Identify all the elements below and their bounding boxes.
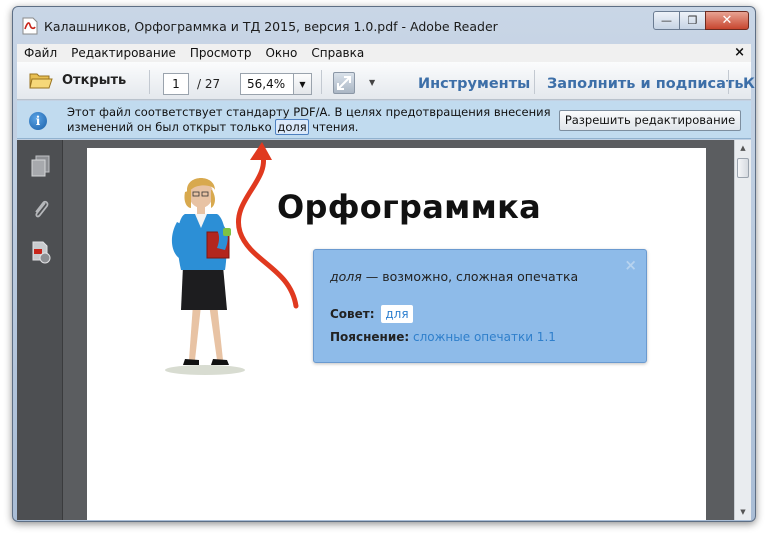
- scroll-down-icon[interactable]: ▼: [735, 504, 751, 520]
- highlighted-typo[interactable]: доля: [275, 119, 309, 135]
- tooltip-close-icon[interactable]: ×: [624, 256, 637, 274]
- toolbar-divider: [534, 70, 535, 94]
- folder-icon: [29, 73, 53, 89]
- toolbar: Открыть 1 / 27 56,4% ▼ ▼ Инструменты Зап…: [17, 62, 755, 100]
- app-window: Калашников, Орфограммка и ТД 2015, верси…: [12, 6, 756, 522]
- zoom-select[interactable]: 56,4% ▼: [240, 73, 312, 95]
- page-thumbnails-icon[interactable]: [30, 154, 52, 178]
- info-icon: i: [29, 112, 47, 130]
- pdfa-info-bar: i Этот файл соответствует стандарту PDF/…: [17, 101, 751, 139]
- pdf-file-icon: [22, 17, 38, 35]
- tooltip-explanation: Пояснение: сложные опечатки 1.1: [330, 330, 556, 344]
- maximize-button[interactable]: ❐: [679, 11, 706, 30]
- document-workspace: Орфограммка × доля — возможно, сложная о…: [17, 140, 751, 520]
- menu-bar: Файл Редактирование Просмотр Окно Справк…: [17, 44, 751, 62]
- explanation-label: Пояснение:: [330, 330, 410, 344]
- comment-link[interactable]: Ко: [743, 76, 755, 92]
- chevron-down-icon[interactable]: ▼: [293, 74, 311, 94]
- info-line2-end: чтения.: [312, 120, 359, 134]
- toolbar-divider: [149, 70, 150, 94]
- close-window-button[interactable]: ✕: [705, 11, 749, 30]
- title-bar[interactable]: Калашников, Орфограммка и ТД 2015, верси…: [13, 7, 755, 41]
- signatures-icon[interactable]: [30, 240, 52, 264]
- window-title: Калашников, Орфограммка и ТД 2015, верси…: [44, 19, 498, 34]
- teacher-figure-icon: [165, 178, 245, 375]
- open-button-label: Открыть: [62, 72, 127, 88]
- menu-help[interactable]: Справка: [304, 46, 371, 60]
- typo-tooltip: × доля — возможно, сложная опечатка Сове…: [313, 249, 647, 363]
- fit-page-button[interactable]: [333, 72, 355, 94]
- tooltip-message: доля — возможно, сложная опечатка: [330, 269, 578, 284]
- menu-edit[interactable]: Редактирование: [64, 46, 183, 60]
- pdf-page: Орфограммка × доля — возможно, сложная о…: [87, 148, 706, 520]
- document-heading: Орфограммка: [277, 188, 541, 226]
- tools-link[interactable]: Инструменты: [418, 76, 530, 92]
- explanation-link[interactable]: сложные опечатки 1.1: [413, 330, 556, 344]
- open-button[interactable]: Открыть: [29, 70, 126, 90]
- info-line2-start: изменений он был открыт только: [67, 120, 272, 134]
- page-total: / 27: [197, 77, 221, 91]
- suggestion-chip[interactable]: для: [381, 305, 413, 323]
- teacher-illustration: [155, 174, 265, 379]
- info-message-line2: изменений он был открыт только доля чтен…: [67, 119, 551, 135]
- scroll-up-icon[interactable]: ▲: [735, 140, 751, 156]
- toolbar-divider: [321, 70, 322, 94]
- close-document-icon[interactable]: ×: [734, 45, 745, 60]
- menu-window[interactable]: Окно: [258, 46, 304, 60]
- zoom-value: 56,4%: [247, 77, 286, 91]
- scrollbar-thumb[interactable]: [737, 158, 749, 178]
- advice-label: Совет:: [330, 307, 375, 321]
- menu-view[interactable]: Просмотр: [183, 46, 259, 60]
- tooltip-advice: Совет: для: [330, 305, 413, 323]
- more-tools-icon[interactable]: ▼: [369, 78, 375, 87]
- toolbar-divider: [728, 70, 729, 94]
- vertical-scrollbar[interactable]: ▲ ▼: [734, 140, 751, 520]
- fill-sign-link[interactable]: Заполнить и подписать: [547, 76, 744, 92]
- info-message: Этот файл соответствует стандарту PDF/A.…: [67, 105, 551, 135]
- info-message-line1: Этот файл соответствует стандарту PDF/A.…: [67, 105, 551, 119]
- tooltip-word: доля: [330, 269, 362, 284]
- navigation-panel: [17, 140, 63, 520]
- allow-editing-button[interactable]: Разрешить редактирование: [559, 110, 741, 131]
- page-number-input[interactable]: 1: [163, 73, 189, 95]
- minimize-button[interactable]: —: [653, 11, 680, 30]
- tooltip-message-text: — возможно, сложная опечатка: [365, 269, 579, 284]
- menu-file[interactable]: Файл: [17, 46, 64, 60]
- expand-arrows-icon: [337, 76, 351, 90]
- paperclip-icon[interactable]: [30, 198, 52, 222]
